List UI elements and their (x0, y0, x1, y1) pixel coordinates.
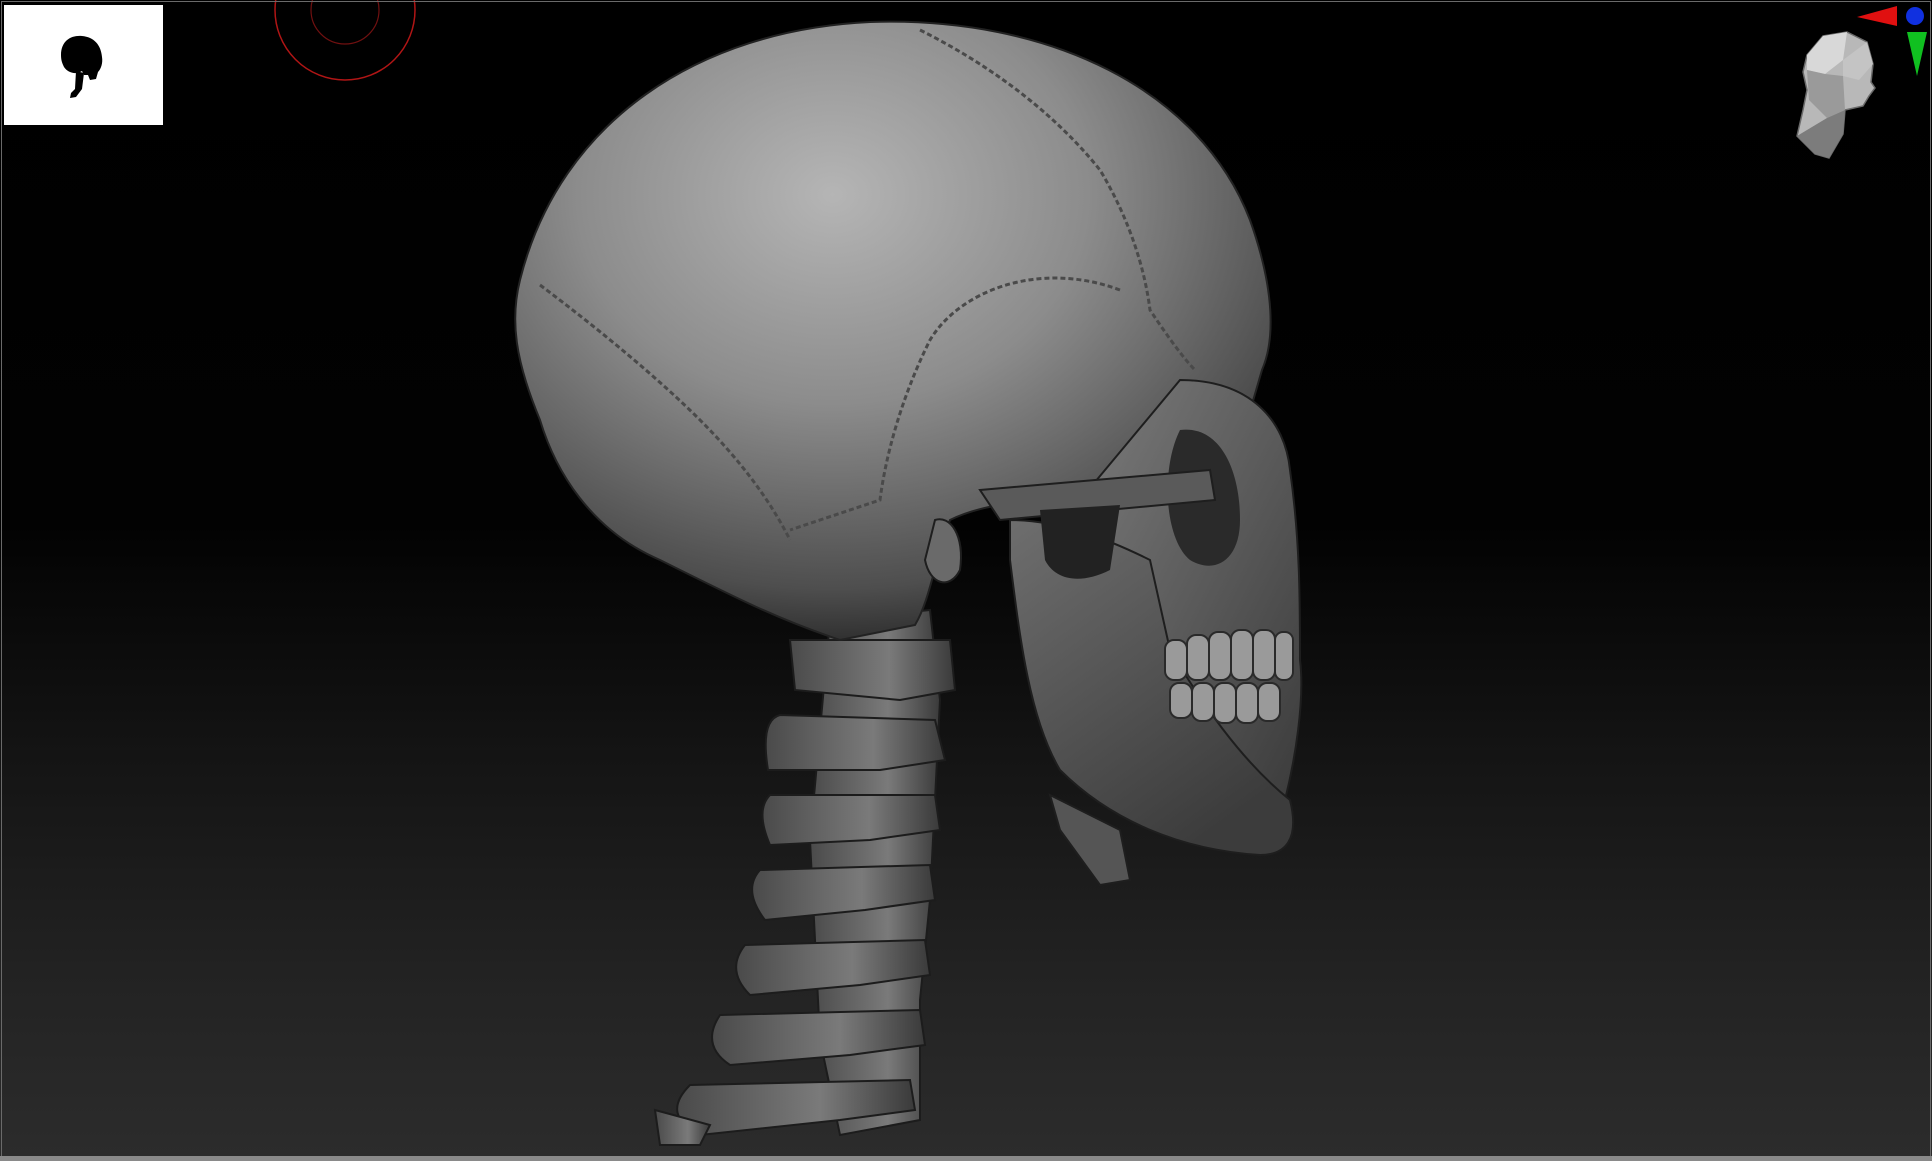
viewport-bottom-border (0, 1156, 1932, 1161)
skull-and-cervical-spine-icon[interactable] (0, 0, 1932, 1161)
thumbnail-preview[interactable] (4, 5, 163, 125)
brush-cursor-ring-icon (274, 0, 416, 81)
axis-gizmo-icon[interactable] (1855, 4, 1932, 84)
skull-silhouette-icon (61, 35, 103, 98)
